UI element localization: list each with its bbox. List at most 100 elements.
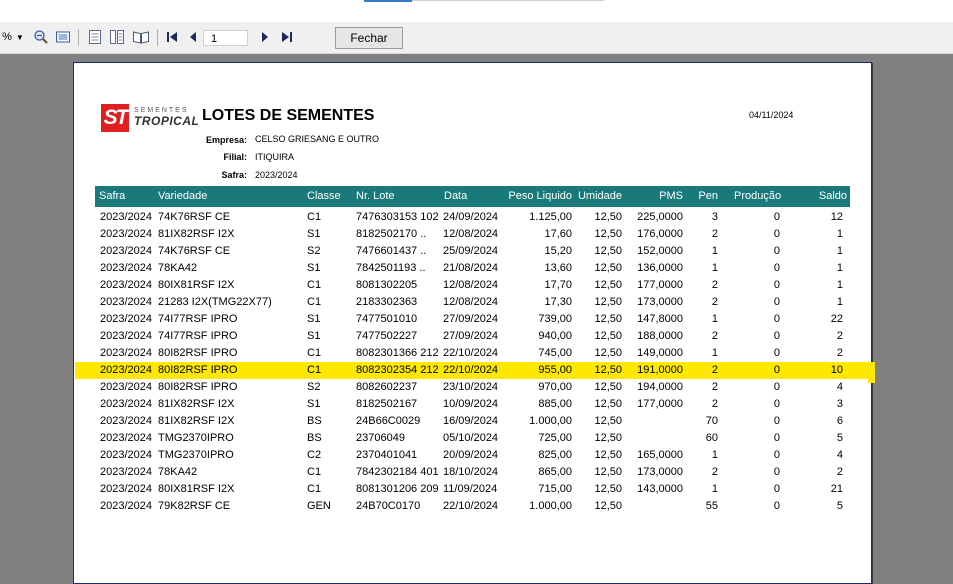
- cell-producao: 0: [773, 313, 780, 325]
- cell-nr-lote: 8082602237: [356, 381, 418, 393]
- table-row[interactable]: 2023/2024 74K76RSF CE S2 7476601437 .. 25/09…: [75, 243, 872, 260]
- cell-pen: 2: [711, 398, 718, 410]
- column-header-classe: Classe: [307, 190, 341, 202]
- cell-variedade: 78KA42: [158, 262, 198, 274]
- table-row[interactable]: 2023/2024 80IX81RSF I2X C1 8081301206 209 11…: [75, 481, 872, 498]
- column-header-nr-lote: Nr. Lote: [356, 190, 395, 202]
- previous-page-icon[interactable]: [186, 29, 200, 45]
- cell-producao: 0: [773, 245, 780, 257]
- row-highlight-marker: [868, 372, 875, 383]
- cell-saldo: 10: [830, 364, 843, 376]
- cell-data: 27/09/2024: [443, 313, 499, 325]
- cell-umidade: 12,50: [594, 296, 622, 308]
- table-row[interactable]: 2023/2024 74I77RSF IPRO S1 7477502227 27/09/…: [75, 328, 872, 345]
- multi-page-icon[interactable]: [108, 29, 126, 45]
- table-row[interactable]: 2023/2024 80IX81RSF I2X C1 8081302205 12/08/…: [75, 277, 872, 294]
- cell-peso-liquido: 885,00: [538, 398, 572, 410]
- table-row[interactable]: 2023/2024 80I82RSF IPRO C1 8082301366 212 22…: [75, 345, 872, 362]
- cell-saldo: 5: [836, 432, 843, 444]
- cell-saldo: 4: [836, 449, 843, 461]
- column-header-producao: Produção: [734, 190, 782, 202]
- cell-nr-lote: 8082301366 212: [356, 347, 439, 359]
- cell-classe: S1: [307, 262, 321, 274]
- column-header-pms: PMS: [659, 190, 683, 202]
- table-row[interactable]: 2023/2024 TMG2370IPRO BS 23706049 05/10/2024…: [75, 430, 872, 447]
- table-row[interactable]: 2023/2024 80I82RSF IPRO S2 8082602237 23/10/…: [75, 379, 872, 396]
- cell-data: 22/10/2024: [443, 347, 499, 359]
- cell-peso-liquido: 17,60: [544, 228, 572, 240]
- cell-peso-liquido: 1.125,00: [529, 211, 572, 223]
- cell-umidade: 12,50: [594, 347, 622, 359]
- cell-producao: 0: [773, 228, 780, 240]
- cell-peso-liquido: 715,00: [538, 483, 572, 495]
- table-row[interactable]: 2023/2024 81IX82RSF I2X S1 8182502167 10/09/…: [75, 396, 872, 413]
- cell-producao: 0: [773, 330, 780, 342]
- column-header-peso-liquido: Peso Liquido: [508, 190, 572, 202]
- table-row[interactable]: 2023/2024 81IX82RSF I2X S1 8182502170 .. 12/…: [75, 226, 872, 243]
- cell-pms: 165,0000: [637, 449, 683, 461]
- window-top-strip: [0, 0, 953, 22]
- table-header: Safra Variedade Classe Nr. Lote Data Pes…: [95, 186, 850, 207]
- cell-pen: 1: [711, 449, 718, 461]
- tab-divider: [412, 0, 604, 1]
- table-row[interactable]: 2023/2024 78KA42 S1 7842501193 .. 21/08/2024…: [75, 260, 872, 277]
- cell-variedade: 78KA42: [158, 466, 198, 478]
- close-button[interactable]: Fechar: [335, 27, 403, 49]
- cell-variedade: 81IX82RSF I2X: [158, 228, 235, 240]
- table-row[interactable]: 2023/2024 81IX82RSF I2X BS 24B66C0029 16/09/…: [75, 413, 872, 430]
- cell-classe: S2: [307, 245, 321, 257]
- cell-pms: 188,0000: [637, 330, 683, 342]
- table-row[interactable]: 2023/2024 74I77RSF IPRO S1 7477501010 27/09/…: [75, 311, 872, 328]
- cell-safra: 2023/2024: [100, 262, 152, 274]
- zoom-select[interactable]: % ▼: [0, 29, 26, 45]
- zoom-value: %: [2, 31, 12, 43]
- cell-variedade: 80I82RSF IPRO: [158, 381, 238, 393]
- cell-saldo: 1: [836, 279, 843, 291]
- cell-umidade: 12,50: [594, 415, 622, 427]
- cell-classe: C1: [307, 466, 322, 478]
- cell-saldo: 21: [830, 483, 843, 495]
- cell-data: 27/09/2024: [443, 330, 499, 342]
- cell-data: 18/10/2024: [443, 466, 499, 478]
- page-number-input[interactable]: 1: [203, 30, 248, 46]
- cell-safra: 2023/2024: [100, 483, 152, 495]
- cell-saldo: 22: [830, 313, 843, 325]
- logo-main-text: TROPICAL: [134, 114, 200, 128]
- cell-saldo: 12: [830, 211, 843, 223]
- table-row[interactable]: 2023/2024 TMG2370IPRO C2 2370401041 20/09/20…: [75, 447, 872, 464]
- cell-umidade: 12,50: [594, 500, 622, 512]
- cell-producao: 0: [773, 347, 780, 359]
- cell-producao: 0: [773, 381, 780, 393]
- report-viewer-toolbar: % ▼ 1 Fechar: [0, 22, 953, 54]
- cell-safra: 2023/2024: [100, 432, 152, 444]
- report-title: LOTES DE SEMENTES: [202, 107, 375, 124]
- book-view-icon[interactable]: [131, 29, 151, 45]
- cell-pms: 191,0000: [637, 364, 683, 376]
- cell-safra: 2023/2024: [100, 211, 152, 223]
- table-row[interactable]: 2023/2024 21283 I2X(TMG22X77) C1 2183302363…: [75, 294, 872, 311]
- next-page-icon[interactable]: [258, 29, 272, 45]
- cell-peso-liquido: 955,00: [538, 364, 572, 376]
- single-page-icon[interactable]: [86, 29, 104, 45]
- table-row[interactable]: 2023/2024 78KA42 C1 7842302184 401 18/10/202…: [75, 464, 872, 481]
- table-row[interactable]: 2023/2024 80I82RSF IPRO C1 8082302354 212 22…: [75, 362, 875, 379]
- cell-nr-lote: 8081302205: [356, 279, 418, 291]
- cell-pen: 70: [705, 415, 718, 427]
- fit-page-icon[interactable]: [54, 29, 72, 45]
- table-row[interactable]: 2023/2024 79K82RSF CE GEN 24B70C0170 22/10/2…: [75, 498, 872, 515]
- cell-safra: 2023/2024: [100, 466, 152, 478]
- empresa-label: Empresa:: [205, 135, 247, 145]
- table-row[interactable]: 2023/2024 74K76RSF CE C1 7476303153 102 24/0…: [75, 209, 872, 226]
- zoom-out-icon[interactable]: [32, 29, 50, 45]
- cell-safra: 2023/2024: [100, 381, 152, 393]
- first-page-icon[interactable]: [164, 29, 180, 45]
- cell-safra: 2023/2024: [100, 449, 152, 461]
- cell-data: 05/10/2024: [443, 432, 499, 444]
- cell-pen: 1: [711, 483, 718, 495]
- cell-producao: 0: [773, 211, 780, 223]
- report-date: 04/11/2024: [749, 110, 794, 120]
- cell-pms: [635, 430, 683, 447]
- last-page-icon[interactable]: [279, 29, 295, 45]
- cell-nr-lote: 7476601437 ..: [356, 245, 427, 257]
- cell-data: 22/10/2024: [443, 364, 499, 376]
